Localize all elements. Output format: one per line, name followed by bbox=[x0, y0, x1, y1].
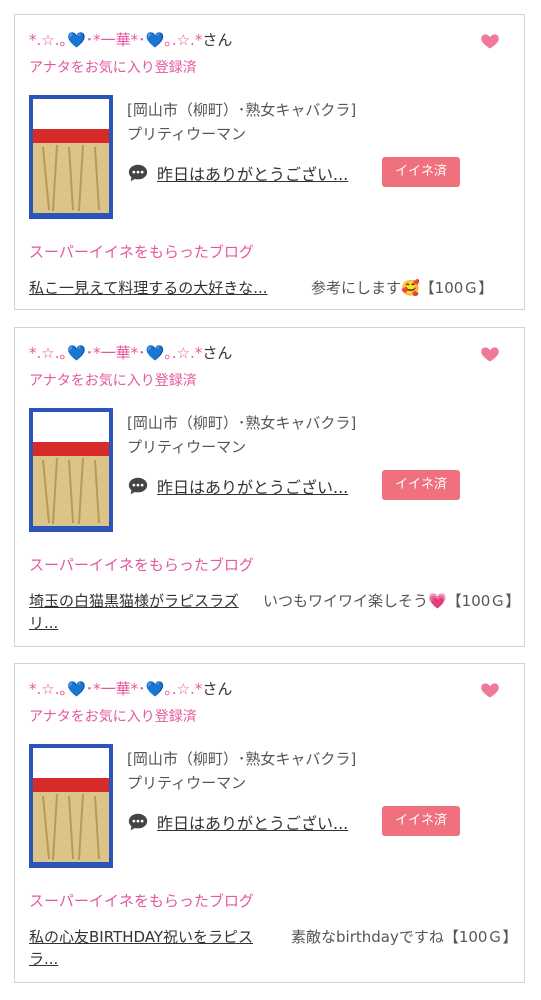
comment-row[interactable]: 昨日はありがとうござい... bbox=[127, 810, 348, 834]
comment-text[interactable]: 昨日はありがとうござい... bbox=[157, 810, 348, 834]
shop-name[interactable]: プリティウーマン bbox=[127, 772, 246, 794]
comment-text[interactable]: 昨日はありがとうござい... bbox=[157, 161, 348, 185]
shop-area: [岡山市（柳町）･熟女キャバクラ] bbox=[127, 750, 357, 768]
user-name[interactable]: *.☆.｡💙･*一華*･💙｡.☆.*さん bbox=[29, 342, 232, 364]
shop-name[interactable]: プリティウーマン bbox=[127, 436, 246, 458]
shop-area: [岡山市（柳町）･熟女キャバクラ] bbox=[127, 101, 357, 119]
favorite-status: アナタをお気に入り登録済 bbox=[29, 709, 197, 725]
liked-button[interactable]: イイネ済 bbox=[382, 806, 460, 836]
super-like-label: スーパーイイネをもらったブログ bbox=[29, 556, 254, 574]
liked-button[interactable]: イイネ済 bbox=[382, 157, 460, 187]
favorite-status: アナタをお気に入り登録済 bbox=[29, 60, 197, 76]
blog-note: 素敵なbirthdayですね【100Ｇ】 bbox=[291, 928, 518, 946]
product-thumbnail[interactable] bbox=[29, 744, 113, 868]
user-name[interactable]: *.☆.｡💙･*一華*･💙｡.☆.*さん bbox=[29, 29, 232, 51]
speech-bubble-icon bbox=[128, 477, 148, 495]
product-thumbnail[interactable] bbox=[29, 408, 113, 532]
speech-bubble-icon bbox=[128, 813, 148, 831]
comment-row[interactable]: 昨日はありがとうござい... bbox=[127, 474, 348, 498]
product-thumbnail[interactable] bbox=[29, 95, 113, 219]
comment-text[interactable]: 昨日はありがとうござい... bbox=[157, 474, 348, 498]
speech-bubble-icon bbox=[128, 164, 148, 182]
favorite-status: アナタをお気に入り登録済 bbox=[29, 373, 197, 389]
blog-title-link[interactable]: 私の心友BIRTHDAY祝いをラピスラ... bbox=[29, 926, 279, 970]
shop-name[interactable]: プリティウーマン bbox=[127, 123, 246, 145]
notification-card: *.☆.｡💙･*一華*･💙｡.☆.*さん アナタをお気に入り登録済 [岡山市（柳… bbox=[14, 327, 525, 647]
liked-button[interactable]: イイネ済 bbox=[382, 470, 460, 500]
comment-row[interactable]: 昨日はありがとうござい... bbox=[127, 161, 348, 185]
blog-title-link[interactable]: 埼玉の白猫黒猫様がラピスラズリ... bbox=[29, 590, 247, 634]
blog-note: いつもワイワイ楽しそう💗【100Ｇ】 bbox=[263, 592, 521, 610]
super-like-label: スーパーイイネをもらったブログ bbox=[29, 243, 254, 261]
notification-card: *.☆.｡💙･*一華*･💙｡.☆.*さん アナタをお気に入り登録済 [岡山市（柳… bbox=[14, 663, 525, 983]
user-name[interactable]: *.☆.｡💙･*一華*･💙｡.☆.*さん bbox=[29, 678, 232, 700]
heart-icon[interactable] bbox=[480, 31, 500, 51]
notification-card: *.☆.｡💙･*一華*･💙｡.☆.*さん アナタをお気に入り登録済 [岡山市（柳… bbox=[14, 14, 525, 310]
heart-icon[interactable] bbox=[480, 680, 500, 700]
super-like-label: スーパーイイネをもらったブログ bbox=[29, 892, 254, 910]
blog-note: 参考にします🥰【100Ｇ】 bbox=[311, 279, 494, 297]
blog-title-link[interactable]: 私こ一見えて料理するの大好きな... bbox=[29, 277, 291, 299]
shop-area: [岡山市（柳町）･熟女キャバクラ] bbox=[127, 414, 357, 432]
heart-icon[interactable] bbox=[480, 344, 500, 364]
